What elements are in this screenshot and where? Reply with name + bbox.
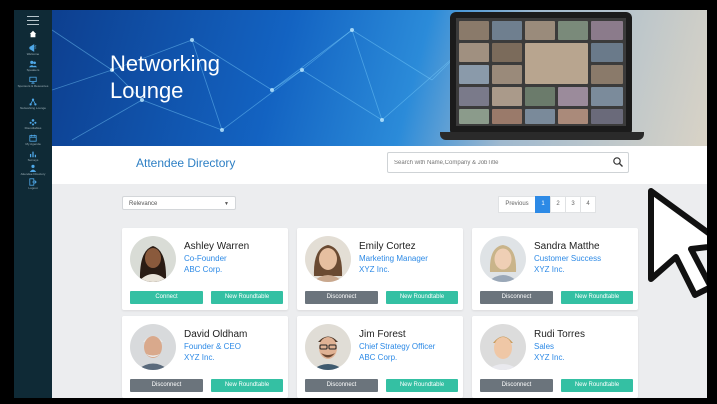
disconnect-button[interactable]: Disconnect	[480, 379, 553, 392]
avatar	[130, 324, 176, 370]
home-icon[interactable]	[14, 30, 52, 38]
sidebar-item-label: Speakers	[26, 68, 40, 72]
disconnect-button[interactable]: Disconnect	[480, 291, 553, 304]
pagination: Previous 1 2 3 4	[498, 196, 596, 213]
sidebar-item-label: Roundtables	[24, 126, 42, 130]
attendee-title: Founder & CEO	[184, 342, 241, 351]
chart-icon	[29, 151, 37, 158]
sidebar-item-welcome[interactable]: Welcome	[14, 44, 52, 57]
pagination-page-4[interactable]: 4	[580, 196, 596, 213]
attendee-title: Customer Success	[534, 254, 602, 263]
attendee-card: Sandra Matthe Customer Success XYZ Inc. …	[472, 228, 638, 310]
avatar	[480, 236, 526, 282]
sidebar-item-label: Networking Lounge	[20, 106, 46, 110]
attendee-name: Jim Forest	[359, 329, 406, 340]
sidebar-item-sponsors[interactable]: Sponsors & Resources	[14, 76, 52, 89]
new-roundtable-button[interactable]: New Roundtable	[561, 379, 633, 392]
disconnect-button[interactable]: Disconnect	[305, 291, 378, 304]
avatar	[130, 236, 176, 282]
search-box[interactable]	[387, 152, 629, 173]
attendee-card: Jim Forest Chief Strategy Officer ABC Co…	[297, 316, 463, 398]
attendee-name: Sandra Matthe	[534, 241, 600, 252]
search-input[interactable]	[392, 155, 606, 171]
avatar	[305, 324, 351, 370]
attendee-company: XYZ Inc.	[359, 265, 390, 274]
attendee-name: Ashley Warren	[184, 241, 250, 252]
avatar	[480, 324, 526, 370]
attendee-card: Emily Cortez Marketing Manager XYZ Inc. …	[297, 228, 463, 310]
network-icon	[29, 98, 37, 106]
disconnect-button[interactable]: Disconnect	[305, 379, 378, 392]
page-title: Attendee Directory	[136, 156, 236, 170]
sidebar-item-my-agenda[interactable]: My Agenda	[14, 134, 52, 147]
new-roundtable-button[interactable]: New Roundtable	[211, 379, 283, 392]
attendee-card: David Oldham Founder & CEO XYZ Inc. Disc…	[122, 316, 288, 398]
sidebar-item-label: Sponsors & Resources	[17, 84, 49, 88]
sort-select[interactable]: Relevance ▼	[122, 196, 236, 210]
sidebar: Welcome Speakers Sponsors & Resources Ne…	[14, 10, 52, 398]
pagination-previous[interactable]: Previous	[498, 196, 536, 213]
sidebar-item-label: Attendee Directory	[20, 172, 46, 176]
disconnect-button[interactable]: Disconnect	[130, 379, 203, 392]
hero-banner: Networking Lounge	[52, 10, 707, 146]
main-content: Networking Lounge Attendee Directory Sea…	[52, 10, 707, 398]
logout-icon	[29, 178, 37, 186]
group-icon	[29, 119, 37, 126]
new-roundtable-button[interactable]: New Roundtable	[386, 379, 458, 392]
avatar	[305, 236, 351, 282]
banner-title: Networking Lounge	[110, 51, 221, 103]
directory-header: Attendee Directory	[52, 146, 707, 184]
sidebar-item-label: My Agenda	[25, 142, 41, 146]
sidebar-item-logout[interactable]: Logout	[14, 178, 52, 191]
search-icon[interactable]	[612, 156, 624, 168]
pagination-page-2[interactable]: 2	[550, 196, 566, 213]
attendee-card: Ashley Warren Co-Founder ABC Corp. Conne…	[122, 228, 288, 310]
pagination-page-1[interactable]: 1	[535, 196, 551, 213]
attendee-company: ABC Corp.	[359, 353, 398, 362]
attendee-title: Chief Strategy Officer	[359, 342, 436, 351]
calendar-icon	[29, 134, 37, 142]
new-roundtable-button[interactable]: New Roundtable	[386, 291, 458, 304]
attendee-name: Rudi Torres	[534, 329, 585, 340]
attendee-card: Rudi Torres Sales XYZ Inc. Disconnect Ne…	[472, 316, 638, 398]
mouse-pointer-icon	[648, 188, 707, 298]
new-roundtable-button[interactable]: New Roundtable	[561, 291, 633, 304]
attendee-title: Marketing Manager	[359, 254, 428, 263]
sidebar-item-networking-lounge[interactable]: Networking Lounge	[14, 98, 52, 111]
attendee-company: ABC Corp.	[184, 265, 223, 274]
laptop-video-call-image	[450, 12, 632, 136]
attendee-name: David Oldham	[184, 329, 248, 340]
sidebar-item-label: Logout	[28, 186, 38, 190]
sidebar-item-label: Surveys	[27, 158, 39, 162]
sort-select-value: Relevance	[129, 201, 158, 207]
app-screen: Welcome Speakers Sponsors & Resources Ne…	[14, 10, 707, 398]
attendee-title: Co-Founder	[184, 254, 227, 263]
hamburger-menu-icon[interactable]	[27, 16, 39, 25]
sidebar-item-label: Welcome	[26, 52, 40, 56]
attendee-company: XYZ Inc.	[534, 353, 565, 362]
attendee-company: XYZ Inc.	[184, 353, 215, 362]
users-icon	[29, 60, 37, 68]
new-roundtable-button[interactable]: New Roundtable	[211, 291, 283, 304]
attendee-name: Emily Cortez	[359, 241, 416, 252]
sidebar-item-surveys[interactable]: Surveys	[14, 150, 52, 163]
megaphone-icon	[29, 44, 37, 52]
sidebar-item-roundtables[interactable]: Roundtables	[14, 118, 52, 131]
sidebar-item-speakers[interactable]: Speakers	[14, 60, 52, 73]
laptop-base	[440, 132, 644, 140]
attendee-title: Sales	[534, 342, 555, 351]
monitor-icon	[29, 76, 37, 84]
attendee-company: XYZ Inc.	[534, 265, 565, 274]
person-icon	[29, 164, 37, 172]
sidebar-item-attendee-directory[interactable]: Attendee Directory	[14, 164, 52, 177]
connect-button[interactable]: Connect	[130, 291, 203, 304]
pagination-page-3[interactable]: 3	[565, 196, 581, 213]
caret-down-icon: ▼	[224, 201, 229, 207]
